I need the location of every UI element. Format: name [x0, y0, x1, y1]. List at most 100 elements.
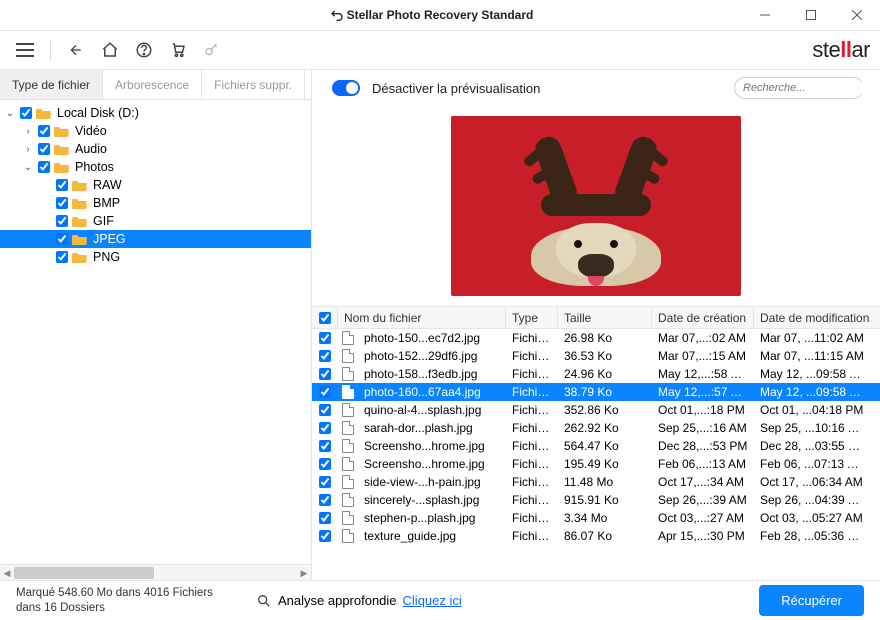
table-row[interactable]: side-view-...h-pain.jpgFichiers11.48 MoO… — [312, 473, 880, 491]
column-modified[interactable]: Date de modification — [754, 307, 870, 328]
column-type[interactable]: Type — [506, 307, 558, 328]
chevron-down-icon[interactable]: ⌄ — [4, 108, 16, 119]
folder-icon — [72, 179, 88, 191]
table-row[interactable]: Screensho...hrome.jpgFichiers564.47 KoDe… — [312, 437, 880, 455]
table-row[interactable]: photo-160...67aa4.jpgFichiers38.79 KoMay… — [312, 383, 880, 401]
scroll-left-icon[interactable]: ◀ — [0, 565, 14, 581]
row-checkbox[interactable] — [319, 404, 331, 416]
window-title: Stellar Photo Recovery Standard — [347, 8, 534, 22]
cell-name: photo-160...67aa4.jpg — [358, 385, 506, 399]
row-checkbox[interactable] — [319, 494, 331, 506]
table-row[interactable]: photo-158...f3edb.jpgFichiers24.96 KoMay… — [312, 365, 880, 383]
tree-item[interactable]: RAW — [0, 176, 311, 194]
horizontal-scrollbar[interactable]: ◀ ▶ — [0, 564, 311, 580]
deep-scan-link[interactable]: Cliquez ici — [403, 593, 462, 608]
row-checkbox[interactable] — [319, 350, 331, 362]
cell-modified: Sep 26, ...04:39 AM — [754, 493, 870, 507]
table-row[interactable]: sarah-dor...plash.jpgFichiers262.92 KoSe… — [312, 419, 880, 437]
scroll-right-icon[interactable]: ▶ — [297, 565, 311, 581]
deep-scan-section: Analyse approfondie Cliquez ici — [256, 593, 759, 609]
file-icon — [342, 475, 354, 489]
cell-size: 3.34 Mo — [558, 511, 652, 525]
tree-item[interactable]: GIF — [0, 212, 311, 230]
minimize-button[interactable] — [742, 0, 788, 30]
tree-checkbox[interactable] — [56, 197, 68, 209]
sidebar-tab[interactable]: Arborescence — [103, 70, 202, 99]
tree-checkbox[interactable] — [56, 215, 68, 227]
sidebar-tabs: Type de fichierArborescenceFichiers supp… — [0, 70, 311, 100]
table-row[interactable]: sincerely-...splash.jpgFichiers915.91 Ko… — [312, 491, 880, 509]
titlebar: Stellar Photo Recovery Standard — [0, 0, 880, 30]
table-row[interactable]: photo-150...ec7d2.jpgFichiers26.98 KoMar… — [312, 329, 880, 347]
tree-item[interactable]: PNG — [0, 248, 311, 266]
cell-size: 38.79 Ko — [558, 385, 652, 399]
file-icon — [342, 457, 354, 471]
tree-item[interactable]: BMP — [0, 194, 311, 212]
tree-checkbox[interactable] — [38, 143, 50, 155]
row-checkbox[interactable] — [319, 386, 331, 398]
row-checkbox[interactable] — [319, 512, 331, 524]
search-input[interactable] — [743, 82, 880, 94]
row-checkbox[interactable] — [319, 440, 331, 452]
close-button[interactable] — [834, 0, 880, 30]
row-checkbox[interactable] — [319, 422, 331, 434]
row-checkbox[interactable] — [319, 458, 331, 470]
tree-checkbox[interactable] — [20, 107, 32, 119]
row-checkbox[interactable] — [319, 332, 331, 344]
cell-modified: Mar 07, ...11:15 AM — [754, 349, 870, 363]
window-controls — [742, 0, 880, 30]
file-tree[interactable]: ⌄Local Disk (D:)›Vidéo›Audio⌄PhotosRAWBM… — [0, 100, 311, 564]
home-button[interactable] — [95, 35, 125, 65]
column-name[interactable]: Nom du fichier — [338, 307, 506, 328]
tree-checkbox[interactable] — [56, 179, 68, 191]
row-checkbox[interactable] — [319, 368, 331, 380]
cell-size: 36.53 Ko — [558, 349, 652, 363]
table-row[interactable]: Screensho...hrome.jpgFichiers195.49 KoFe… — [312, 455, 880, 473]
recover-button[interactable]: Récupérer — [759, 585, 864, 616]
cell-name: texture_guide.jpg — [358, 529, 506, 543]
table-row[interactable]: texture_guide.jpgFichiers86.07 KoApr 15,… — [312, 527, 880, 545]
back-button[interactable] — [61, 35, 91, 65]
toolbar: stellar — [0, 30, 880, 70]
cell-name: sarah-dor...plash.jpg — [358, 421, 506, 435]
row-checkbox[interactable] — [319, 530, 331, 542]
cell-name: Screensho...hrome.jpg — [358, 439, 506, 453]
cell-modified: Oct 17, ...06:34 AM — [754, 475, 870, 489]
preview-toggle[interactable] — [332, 80, 360, 96]
chevron-right-icon[interactable]: › — [22, 144, 34, 155]
tree-checkbox[interactable] — [56, 251, 68, 263]
tree-item[interactable]: ⌄Local Disk (D:) — [0, 104, 311, 122]
tree-item[interactable]: ›Audio — [0, 140, 311, 158]
cell-modified: May 12, ...09:58 AM — [754, 367, 870, 381]
sidebar-tab[interactable]: Type de fichier — [0, 70, 103, 99]
cell-created: Apr 15,...:30 PM — [652, 529, 754, 543]
cart-button[interactable] — [163, 35, 193, 65]
key-button[interactable] — [197, 35, 227, 65]
maximize-button[interactable] — [788, 0, 834, 30]
help-button[interactable] — [129, 35, 159, 65]
column-created[interactable]: Date de création — [652, 307, 754, 328]
tree-item[interactable]: ›Vidéo — [0, 122, 311, 140]
content-area: Désactiver la prévisualisation — [312, 70, 880, 580]
scroll-thumb[interactable] — [14, 567, 154, 579]
chevron-right-icon[interactable]: › — [22, 126, 34, 137]
tree-checkbox[interactable] — [38, 125, 50, 137]
file-icon — [342, 403, 354, 417]
tree-checkbox[interactable] — [38, 161, 50, 173]
sidebar-tab[interactable]: Fichiers suppr. — [202, 70, 305, 99]
column-size[interactable]: Taille — [558, 307, 652, 328]
select-all-checkbox[interactable] — [319, 312, 331, 324]
cell-created: Oct 01,...:18 PM — [652, 403, 754, 417]
table-row[interactable]: quino-al-4...splash.jpgFichiers352.86 Ko… — [312, 401, 880, 419]
magnifier-icon — [256, 593, 272, 609]
tree-item[interactable]: JPEG — [0, 230, 311, 248]
menu-button[interactable] — [10, 35, 40, 65]
table-row[interactable]: photo-152...29df6.jpgFichiers36.53 KoMar… — [312, 347, 880, 365]
tree-item[interactable]: ⌄Photos — [0, 158, 311, 176]
tree-checkbox[interactable] — [56, 233, 68, 245]
table-header: Nom du fichier Type Taille Date de créat… — [312, 307, 880, 329]
search-box[interactable] — [734, 77, 864, 99]
chevron-down-icon[interactable]: ⌄ — [22, 162, 34, 173]
table-row[interactable]: stephen-p...plash.jpgFichiers3.34 MoOct … — [312, 509, 880, 527]
row-checkbox[interactable] — [319, 476, 331, 488]
